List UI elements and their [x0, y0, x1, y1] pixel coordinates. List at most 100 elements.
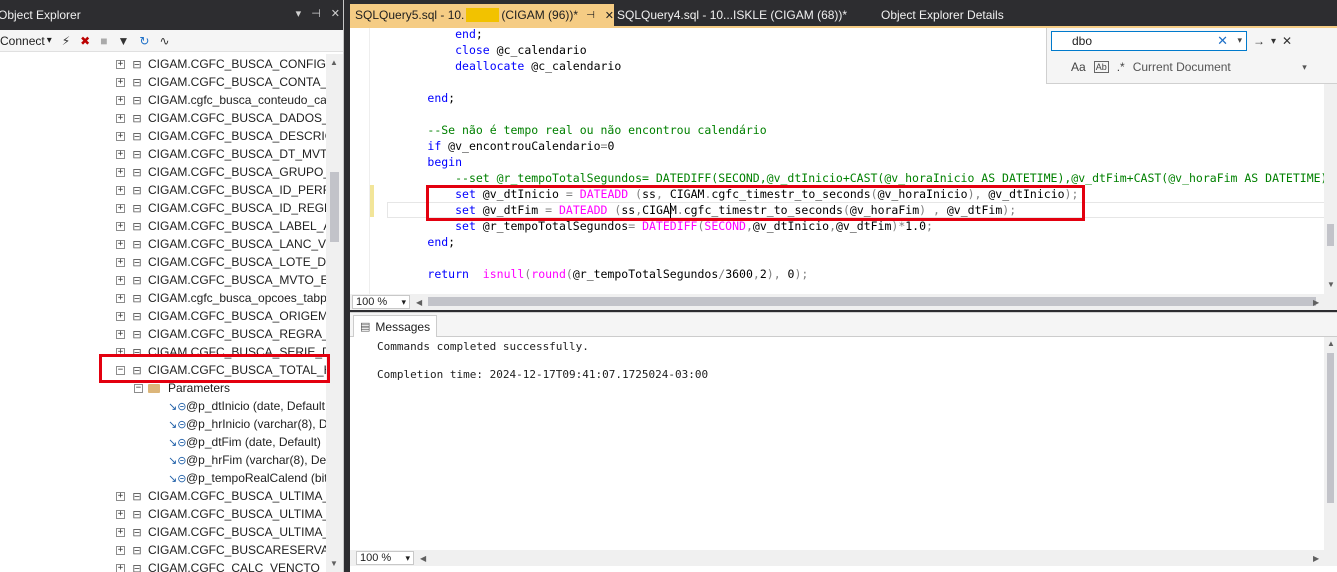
tree-node-function[interactable]: + ⊟ CIGAM.CGFC_BUSCARESERVAS [116, 541, 326, 559]
tree-node-function[interactable]: + ⊟ CIGAM.CGFC_BUSCA_ID_REGRA_ [116, 199, 326, 217]
expand-icon[interactable]: + [116, 131, 125, 141]
close-icon[interactable]: ✕ [331, 7, 340, 20]
code-line[interactable]: end; [372, 90, 455, 106]
tree-node-function[interactable]: + ⊟ CIGAM.CGFC_BUSCA_LANC_VEN [116, 235, 326, 253]
tree-node-parameter[interactable]: ↘⊝ @p_dtInicio (date, Default [168, 397, 325, 415]
tree-node-parameter[interactable]: ↘⊝ @p_dtFim (date, Default) [168, 433, 321, 451]
tree-node-function[interactable]: + ⊟ CIGAM.CGFC_BUSCA_ORIGEM_M [116, 307, 326, 325]
window-position-icon[interactable]: ▾ [296, 7, 302, 20]
scroll-up-icon[interactable]: ▲ [1327, 339, 1335, 348]
scroll-right-icon[interactable]: ▶ [1313, 554, 1319, 563]
expand-icon[interactable]: + [116, 563, 125, 572]
scrollbar-thumb[interactable] [1327, 353, 1334, 503]
tab-sqlquery4[interactable]: SQLQuery4.sql - 10...ISKLE (CIGAM (68))* [614, 4, 870, 26]
tree-node-function[interactable]: + ⊟ CIGAM.CGFC_BUSCA_CONTA_CO [116, 73, 326, 91]
messages-vertical-scrollbar[interactable]: ▲ [1324, 337, 1337, 551]
tree-node-function[interactable]: + ⊟ CIGAM.CGFC_BUSCA_DADOS_LE [116, 109, 326, 127]
collapse-icon[interactable]: − [134, 383, 143, 393]
tree-node-parameter[interactable]: ↘⊝ @p_tempoRealCalend (bit [168, 469, 326, 487]
code-line[interactable]: end; [372, 234, 455, 250]
tree-node-function[interactable]: + ⊟ CIGAM.CGFC_BUSCA_GRUPO_C [116, 163, 326, 181]
find-next-dropdown[interactable]: ▾ [1271, 36, 1276, 47]
horizontal-scrollbar-thumb[interactable] [428, 297, 1316, 306]
code-line[interactable]: if @v_encontrouCalendario=0 [372, 138, 614, 154]
tree-node-function[interactable]: + ⊟ CIGAM.cgfc_busca_conteudo_ca [116, 91, 326, 109]
code-line[interactable]: end; [372, 28, 483, 42]
expand-icon[interactable]: + [116, 77, 125, 87]
object-explorer-scrollbar[interactable]: ▲ ▼ [326, 54, 343, 572]
expand-icon[interactable]: + [116, 167, 125, 177]
expand-icon[interactable]: + [116, 509, 125, 519]
pin-icon[interactable]: ⊣ [311, 7, 321, 20]
match-case-toggle[interactable]: Aa [1071, 60, 1086, 74]
scroll-down-icon[interactable]: ▼ [330, 559, 338, 568]
tree-node-function[interactable]: + ⊟ CIGAM.CGFC_BUSCA_ID_PERFIL [116, 181, 326, 199]
tree-node-function[interactable]: + ⊟ CIGAM.CGFC_CALC_VENCTO [116, 559, 320, 572]
activity-icon[interactable]: ∿ [159, 34, 169, 48]
tree-node-parameter[interactable]: ↘⊝ @p_hrInicio (varchar(8), D [168, 415, 326, 433]
expand-icon[interactable]: + [116, 203, 125, 213]
expand-icon[interactable]: + [116, 113, 125, 123]
find-close-button[interactable]: ✕ [1282, 34, 1292, 48]
code-line[interactable]: close @c_calendario [372, 42, 587, 58]
tree-node-function[interactable]: + ⊟ CIGAM.CGFC_BUSCA_DT_MVTO [116, 145, 326, 163]
expand-icon[interactable]: + [116, 311, 125, 321]
expand-icon[interactable]: + [116, 257, 125, 267]
whole-word-toggle[interactable]: Ab [1093, 61, 1109, 73]
code-line[interactable]: deallocate @c_calendario [372, 58, 621, 74]
stop-icon[interactable]: ■ [100, 34, 107, 48]
expand-icon[interactable]: + [116, 491, 125, 501]
tree-node-function[interactable]: + ⊟ CIGAM.CGFC_BUSCA_LOTE_DEM [116, 253, 326, 271]
clear-icon[interactable]: ✕ [1217, 33, 1228, 49]
refresh-icon[interactable]: ↻ [139, 34, 149, 48]
messages-zoom-select[interactable]: 100 % ▾ [356, 551, 414, 565]
expand-icon[interactable]: + [116, 545, 125, 555]
tab-messages[interactable]: ▤ Messages [353, 315, 437, 337]
tree-node-function[interactable]: + ⊟ CIGAM.CGFC_BUSCA_MVTO_ENT [116, 271, 326, 289]
code-line[interactable]: --set @r_tempoTotalSegundos= DATEDIFF(SE… [372, 170, 1327, 186]
tree-node-function[interactable]: + ⊟ CIGAM.CGFC_BUSCA_DESCRICA [116, 127, 326, 145]
tab-sqlquery5[interactable]: SQLQuery5.sql - 10. (CIGAM (96))* ⊣ ✕ [350, 4, 614, 26]
expand-icon[interactable]: + [116, 95, 125, 105]
scroll-left-icon[interactable]: ◀ [420, 554, 426, 563]
tree-node-function[interactable]: + ⊟ CIGAM.CGFC_BUSCA_ULTIMA_O [116, 505, 326, 523]
connect-button[interactable]: Connect ▾ [0, 34, 52, 48]
scrollbar-thumb[interactable] [1327, 224, 1334, 246]
tree-node-function[interactable]: + ⊟ CIGAM.cgfc_busca_opcoes_tabpr [116, 289, 326, 307]
connect-icon[interactable]: ⚡ [62, 34, 70, 48]
find-scope-select[interactable]: Current Document ▾ [1133, 57, 1307, 77]
scroll-down-icon[interactable]: ▼ [1327, 280, 1335, 289]
filter-icon[interactable]: ▼ [117, 34, 129, 48]
regex-toggle[interactable]: .* [1117, 60, 1125, 74]
chevron-down-icon[interactable]: ▾ [1237, 35, 1242, 46]
disconnect-icon[interactable]: ✖ [80, 34, 90, 48]
expand-icon[interactable]: + [116, 239, 125, 249]
scroll-up-icon[interactable]: ▲ [330, 58, 338, 67]
tab-object-explorer-details[interactable]: Object Explorer Details [876, 4, 1042, 26]
code-line[interactable]: begin [372, 154, 462, 170]
scroll-left-icon[interactable]: ◀ [416, 298, 422, 307]
expand-icon[interactable]: + [116, 329, 125, 339]
expand-icon[interactable]: + [116, 293, 125, 303]
expand-icon[interactable]: + [116, 275, 125, 285]
tree-node-function[interactable]: + ⊟ CIGAM.CGFC_BUSCA_CONFIGUR [116, 55, 326, 73]
close-icon[interactable]: ✕ [605, 9, 614, 22]
tree-node-function[interactable]: + ⊟ CIGAM.CGFC_BUSCA_ULTIMA_C [116, 487, 326, 505]
expand-icon[interactable]: + [116, 527, 125, 537]
scroll-right-icon[interactable]: ▶ [1313, 298, 1319, 307]
tree-node-function[interactable]: + ⊟ CIGAM.CGFC_BUSCA_ULTIMA_O [116, 523, 326, 541]
expand-icon[interactable]: + [116, 221, 125, 231]
find-next-button[interactable]: → [1253, 34, 1265, 48]
editor-zoom-select[interactable]: 100 % ▾ [352, 295, 410, 309]
pin-icon[interactable]: ⊣ [586, 10, 595, 21]
tree-node-function[interactable]: + ⊟ CIGAM.CGFC_BUSCA_LABEL_AC [116, 217, 326, 235]
tree-node-parameter[interactable]: ↘⊝ @p_hrFim (varchar(8), Def [168, 451, 326, 469]
find-input[interactable]: dbo ✕ ▾ [1051, 31, 1247, 51]
code-line[interactable]: return isnull(round(@r_tempoTotalSegundo… [372, 266, 808, 282]
tree-node-function[interactable]: + ⊟ CIGAM.CGFC_BUSCA_REGRA_AL [116, 325, 326, 343]
expand-icon[interactable]: + [116, 185, 125, 195]
expand-icon[interactable]: + [116, 59, 125, 69]
scrollbar-thumb[interactable] [330, 172, 339, 242]
expand-icon[interactable]: + [116, 149, 125, 159]
code-line[interactable]: --Se não é tempo real ou não encontrou c… [372, 122, 766, 138]
